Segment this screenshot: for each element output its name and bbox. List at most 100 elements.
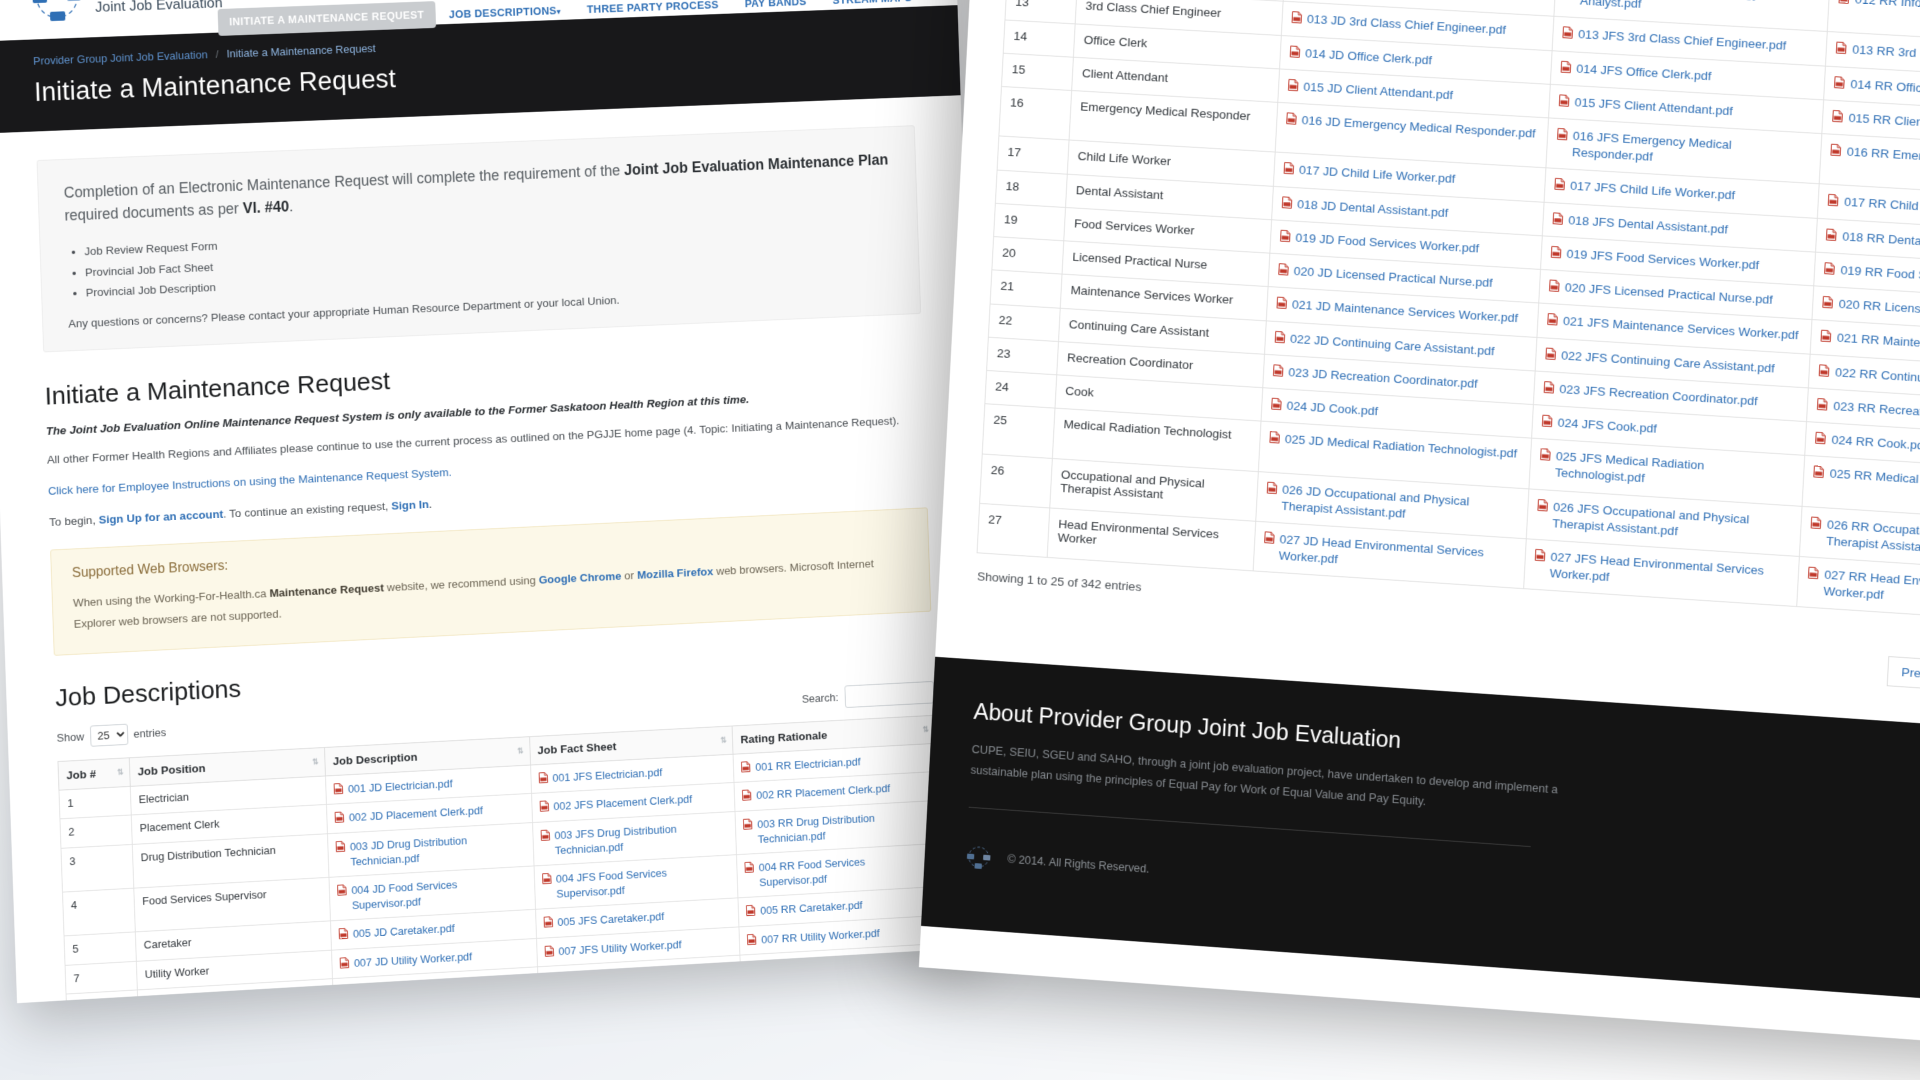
rating-rationale-pdf-link[interactable]: 007 RR Utility Worker.pdf: [747, 926, 880, 948]
pdf-file-icon: [1839, 0, 1850, 4]
job-description-pdf-link[interactable]: 022 JD Continuing Care Assistant.pdf: [1274, 330, 1495, 360]
rating-rationale-pdf-link[interactable]: 012 RR Information Technology Analyst.pd…: [1839, 0, 1920, 21]
rating-rationale-pdf-link[interactable]: 016 RR Emergency Medical Responder.pdf: [1831, 143, 1920, 174]
pdf-link-label: 020 RR Licensed Practical Nurse.pdf: [1838, 297, 1920, 323]
pdf-link-label: 022 JD Continuing Care Assistant.pdf: [1289, 331, 1495, 358]
rating-rationale-pdf-link[interactable]: 025 RR Medical Radiation Technologist.pd…: [1813, 465, 1920, 498]
job-description-pdf-link[interactable]: 018 JD Dental Assistant.pdf: [1281, 195, 1449, 221]
job-fact-sheet-pdf-link[interactable]: 016 JFS Emergency Medical Responder.pdf: [1556, 127, 1812, 175]
pagination-previous[interactable]: Previous: [1886, 656, 1920, 692]
job-description-pdf-link[interactable]: 013 JD 3rd Class Chief Engineer.pdf: [1291, 11, 1506, 39]
sort-arrows-icon: ⇅: [720, 735, 727, 745]
job-description-pdf-link[interactable]: 005 JD Caretaker.pdf: [339, 921, 455, 942]
rating-rationale-pdf-link[interactable]: 003 RR Drug Distribution Technician.pdf: [743, 808, 931, 847]
nav-pay-bands[interactable]: PAY BANDS: [732, 0, 820, 10]
pdf-link-label: 023 RR Recreation Coordinator.pdf: [1832, 398, 1920, 425]
job-fact-sheet-pdf-link[interactable]: 017 JFS Child Life Worker.pdf: [1554, 177, 1735, 204]
job-description-pdf-link[interactable]: 015 JD Client Attendant.pdf: [1288, 78, 1454, 104]
rating-rationale-pdf-link[interactable]: 019 RR Food Services Worker.pdf: [1824, 261, 1920, 290]
sign-in-link[interactable]: Sign In: [391, 498, 429, 512]
nav-stream-maps[interactable]: STREAM MAPS: [819, 0, 925, 7]
job-fact-sheet-pdf-link[interactable]: 020 JFS Licensed Practical Nurse.pdf: [1549, 279, 1773, 309]
job-fact-sheet-pdf-link[interactable]: 001 JFS Electrician.pdf: [538, 765, 662, 786]
info-panel: Completion of an Electronic Maintenance …: [36, 125, 922, 353]
job-fact-sheet-pdf-link[interactable]: 002 JFS Placement Clerk.pdf: [539, 792, 692, 815]
pdf-link-label: 015 RR Client Attendant.pdf: [1848, 110, 1920, 134]
job-fact-sheet-pdf-link[interactable]: 026 JFS Occupational and Physical Therap…: [1536, 498, 1792, 547]
pdf-file-icon: [1283, 162, 1294, 174]
job-fact-sheet-pdf-link[interactable]: 014 JFS Office Clerk.pdf: [1560, 59, 1712, 84]
pdf-link-label: 019 JD Food Services Worker.pdf: [1295, 230, 1480, 256]
entries-per-page-select[interactable]: 25: [89, 723, 128, 747]
rating-rationale-pdf-link[interactable]: 014 RR Office Clerk.pdf: [1834, 75, 1920, 100]
rating-rationale-pdf-link[interactable]: 027 RR Head Environmental Services Worke…: [1807, 566, 1920, 616]
google-chrome-link[interactable]: Google Chrome: [539, 570, 622, 587]
pdf-file-icon: [1276, 297, 1287, 309]
pdf-link-label: 027 JFS Head Environmental Services Work…: [1549, 549, 1765, 584]
job-description-pdf-link[interactable]: 023 JD Recreation Coordinator.pdf: [1272, 363, 1478, 392]
pdf-file-icon: [1278, 263, 1289, 275]
job-description-pdf-link[interactable]: 019 JD Food Services Worker.pdf: [1280, 229, 1480, 257]
pdf-file-icon: [743, 818, 752, 829]
job-description-pdf-link[interactable]: 027 JD Head Environmental Services Worke…: [1263, 530, 1516, 579]
pdf-link-label: 002 JD Placement Clerk.pdf: [348, 804, 484, 825]
job-fact-sheet-pdf-link[interactable]: 013 JFS 3rd Class Chief Engineer.pdf: [1562, 26, 1786, 55]
nav-job-descriptions[interactable]: JOB DESCRIPTIONS▾: [435, 3, 573, 21]
job-description-pdf-link[interactable]: 026 JD Occupational and Physical Therapi…: [1265, 480, 1518, 529]
browsers-text-or: or: [621, 569, 638, 583]
pdf-file-icon: [1821, 330, 1832, 342]
table-search-input[interactable]: [844, 680, 935, 708]
job-fact-sheet-pdf-link[interactable]: 023 JFS Recreation Coordinator.pdf: [1544, 380, 1758, 410]
job-description-pdf-link[interactable]: 003 JD Drug Distribution Technician.pdf: [336, 830, 526, 870]
pdf-file-icon: [1828, 194, 1839, 206]
job-fact-sheet-pdf-link[interactable]: 019 JFS Food Services Worker.pdf: [1551, 245, 1760, 274]
job-fact-sheet-pdf-link[interactable]: 015 JFS Client Attendant.pdf: [1559, 93, 1733, 119]
rating-rationale-pdf-link[interactable]: 013 RR 3rd Class Chief Engineer.pdf: [1836, 41, 1920, 70]
employee-instructions-link[interactable]: Click here for Employee Instructions on …: [48, 466, 452, 498]
pdf-link-label: 014 JD Office Clerk.pdf: [1304, 45, 1433, 67]
job-description-pdf-link[interactable]: 017 JD Child Life Worker.pdf: [1283, 162, 1456, 189]
rating-rationale-pdf-link[interactable]: 001 RR Electrician.pdf: [741, 754, 861, 775]
job-description-pdf-link[interactable]: 020 JD Licensed Practical Nurse.pdf: [1278, 262, 1493, 291]
rating-rationale-pdf-link[interactable]: 017 RR Child Life Worker.pdf: [1828, 193, 1920, 220]
job-fact-sheet-pdf-link[interactable]: 025 JFS Medical Radiation Technologist.p…: [1539, 447, 1795, 496]
pdf-file-icon: [1540, 448, 1551, 460]
job-fact-sheet-pdf-link[interactable]: 003 JFS Drug Distribution Technician.pdf: [540, 819, 728, 859]
pdf-link-label: 004 JFS Food Services Supervisor.pdf: [555, 866, 668, 900]
circular-partners-logo-icon: [30, 0, 84, 24]
rating-rationale-pdf-link[interactable]: 024 RR Cook.pdf: [1815, 431, 1920, 455]
job-fact-sheet-pdf-link[interactable]: 018 JFS Dental Assistant.pdf: [1552, 211, 1728, 238]
job-fact-sheet-pdf-link[interactable]: 004 JFS Food Services Supervisor.pdf: [542, 862, 730, 902]
pdf-file-icon: [1819, 364, 1830, 376]
rating-rationale-pdf-link[interactable]: 005 RR Caretaker.pdf: [746, 898, 863, 919]
rating-rationale-pdf-link[interactable]: 004 RR Food Services Supervisor.pdf: [745, 851, 933, 891]
sort-arrows-icon: ⇅: [312, 757, 319, 767]
job-fact-sheet-pdf-link[interactable]: 024 JFS Cook.pdf: [1542, 414, 1658, 438]
job-description-pdf-link[interactable]: 016 JD Emergency Medical Responder.pdf: [1286, 111, 1536, 142]
job-description-pdf-link[interactable]: 002 JD Placement Clerk.pdf: [335, 804, 484, 827]
pdf-file-icon: [336, 841, 346, 852]
job-description-pdf-link[interactable]: 014 JD Office Clerk.pdf: [1289, 44, 1432, 69]
pdf-file-icon: [1811, 516, 1822, 528]
pdf-file-icon: [1282, 196, 1293, 208]
pdf-file-icon: [1826, 228, 1837, 240]
job-description-pdf-link[interactable]: 025 JD Medical Radiation Technologist.pd…: [1269, 430, 1518, 462]
nav-three-party-process[interactable]: THREE PARTY PROCESS: [573, 0, 731, 16]
mozilla-firefox-link[interactable]: Mozilla Firefox: [637, 565, 714, 581]
job-fact-sheet-pdf-link[interactable]: 007 JFS Utility Worker.pdf: [544, 937, 682, 959]
job-description-pdf-link[interactable]: 001 JD Electrician.pdf: [334, 776, 453, 797]
rating-rationale-pdf-link[interactable]: 015 RR Client Attendant.pdf: [1832, 109, 1920, 135]
job-fact-sheet-pdf-link[interactable]: 027 JFS Head Environmental Services Work…: [1534, 548, 1790, 598]
job-description-pdf-link[interactable]: 007 JD Utility Worker.pdf: [340, 949, 473, 971]
breadcrumb-root[interactable]: Provider Group Joint Job Evaluation: [33, 48, 208, 67]
rating-rationale-pdf-link[interactable]: 002 RR Placement Clerk.pdf: [742, 781, 890, 804]
rating-rationale-pdf-link[interactable]: 018 RR Dental Assistant.pdf: [1826, 227, 1920, 254]
cell-job-number: 27: [977, 503, 1050, 558]
job-description-pdf-link[interactable]: 004 JD Food Services Supervisor.pdf: [337, 874, 527, 914]
pdf-file-icon: [1267, 481, 1278, 493]
column-header-job-number[interactable]: Job # ⇅: [57, 757, 131, 791]
job-fact-sheet-pdf-link[interactable]: 005 JFS Caretaker.pdf: [543, 909, 664, 930]
job-description-pdf-link[interactable]: 024 JD Cook.pdf: [1271, 397, 1379, 420]
sign-up-link[interactable]: Sign Up for an account: [98, 508, 223, 527]
job-fact-sheet-pdf-link[interactable]: 022 JFS Continuing Care Assistant.pdf: [1545, 346, 1775, 377]
